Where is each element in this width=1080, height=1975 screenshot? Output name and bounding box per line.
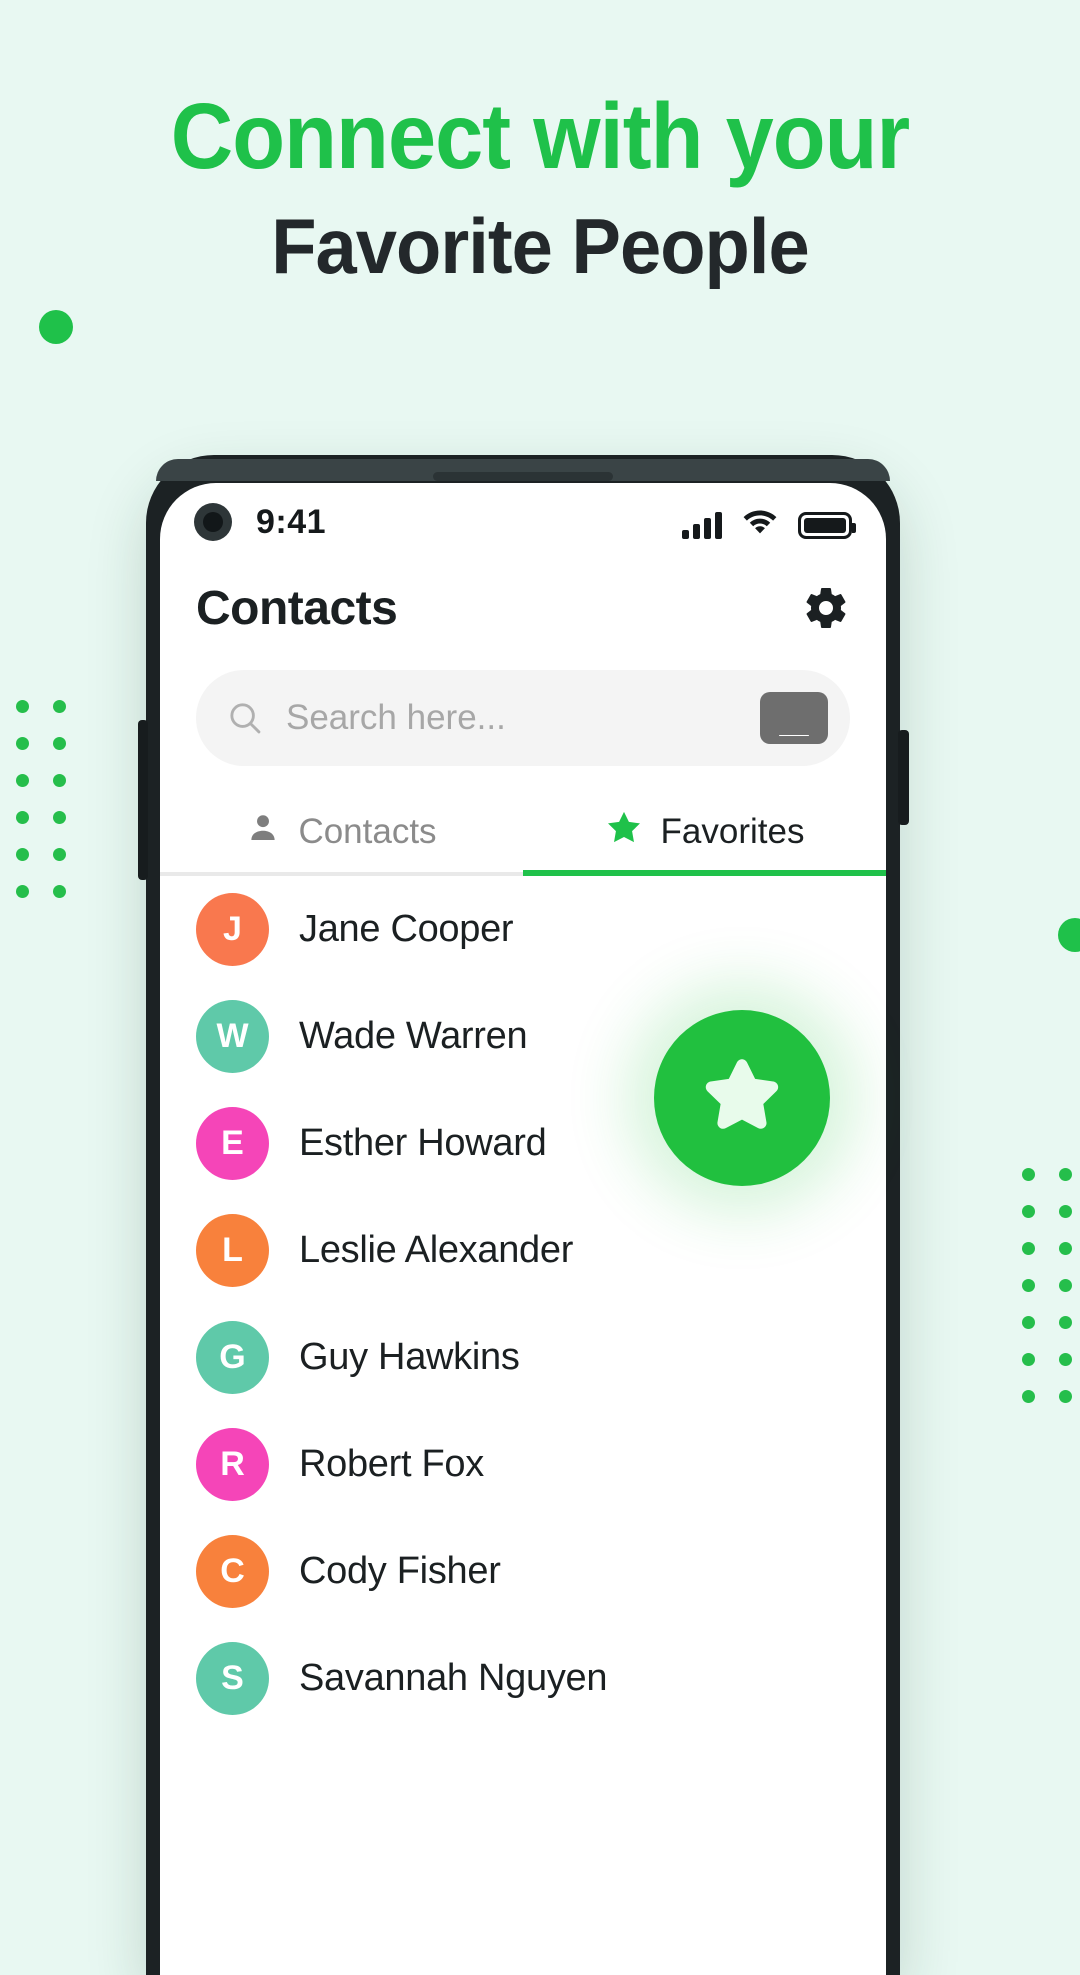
phone-volume-button[interactable] [138, 720, 148, 880]
avatar: C [196, 1535, 269, 1608]
promo-headline: Connect with your Favorite People [0, 84, 1080, 290]
contact-name: Esther Howard [299, 1122, 547, 1164]
gear-icon[interactable] [802, 584, 850, 632]
tab-bar: Contacts Favorites [160, 788, 886, 876]
phone-screen: 9:41 Contacts Search here... Contacts Fa… [160, 483, 886, 1975]
avatar: E [196, 1107, 269, 1180]
contact-row[interactable]: L Leslie Alexander [160, 1197, 886, 1304]
contact-row[interactable]: R Robert Fox [160, 1411, 886, 1518]
keyboard-icon[interactable] [760, 692, 828, 744]
avatar: G [196, 1321, 269, 1394]
decorative-dot-grid-right [1022, 1168, 1072, 1403]
add-favorite-button[interactable] [654, 1010, 830, 1186]
avatar: W [196, 1000, 269, 1073]
contact-name: Savannah Nguyen [299, 1657, 608, 1699]
tab-contacts-label: Contacts [298, 812, 437, 851]
contact-row[interactable]: C Cody Fisher [160, 1518, 886, 1625]
decorative-dot-right [1058, 918, 1080, 952]
signal-bars-icon [682, 511, 722, 539]
contact-row[interactable]: J Jane Cooper [160, 876, 886, 983]
contact-name: Wade Warren [299, 1015, 528, 1057]
contact-name: Robert Fox [299, 1443, 484, 1485]
contact-name: Jane Cooper [299, 908, 514, 950]
app-header: Contacts [160, 563, 886, 653]
avatar: S [196, 1642, 269, 1715]
tab-contacts[interactable]: Contacts [160, 788, 523, 876]
decorative-dot-top-left [39, 310, 73, 344]
contact-row[interactable]: G Guy Hawkins [160, 1304, 886, 1411]
person-icon [246, 811, 280, 854]
contact-name: Leslie Alexander [299, 1229, 574, 1271]
phone-mockup: 9:41 Contacts Search here... Contacts Fa… [138, 455, 909, 1975]
phone-power-button[interactable] [898, 730, 909, 825]
search-icon [226, 699, 264, 737]
contact-name: Guy Hawkins [299, 1336, 520, 1378]
status-time: 9:41 [256, 502, 327, 541]
front-camera-icon [194, 503, 232, 541]
avatar: L [196, 1214, 269, 1287]
headline-line-1: Connect with your [170, 84, 911, 188]
tab-favorites-label: Favorites [660, 812, 805, 851]
avatar: R [196, 1428, 269, 1501]
contact-name: Cody Fisher [299, 1550, 501, 1592]
contact-list: J Jane Cooper W Wade Warren E Esther Howard L L… [160, 876, 886, 1732]
star-icon [605, 809, 643, 856]
contact-row[interactable]: S Savannah Nguyen [160, 1625, 886, 1732]
wifi-icon [742, 506, 778, 539]
status-bar: 9:41 [160, 483, 886, 561]
decorative-dot-grid-left [16, 700, 66, 898]
tab-favorites[interactable]: Favorites [523, 788, 886, 876]
earpiece-speaker [433, 472, 613, 481]
battery-full-icon [798, 511, 856, 539]
avatar: J [196, 893, 269, 966]
page-title: Contacts [196, 581, 398, 635]
search-input[interactable]: Search here... [286, 698, 506, 738]
headline-line-2: Favorite People [271, 202, 810, 290]
star-icon [696, 1050, 788, 1147]
search-bar[interactable]: Search here... [196, 670, 850, 766]
